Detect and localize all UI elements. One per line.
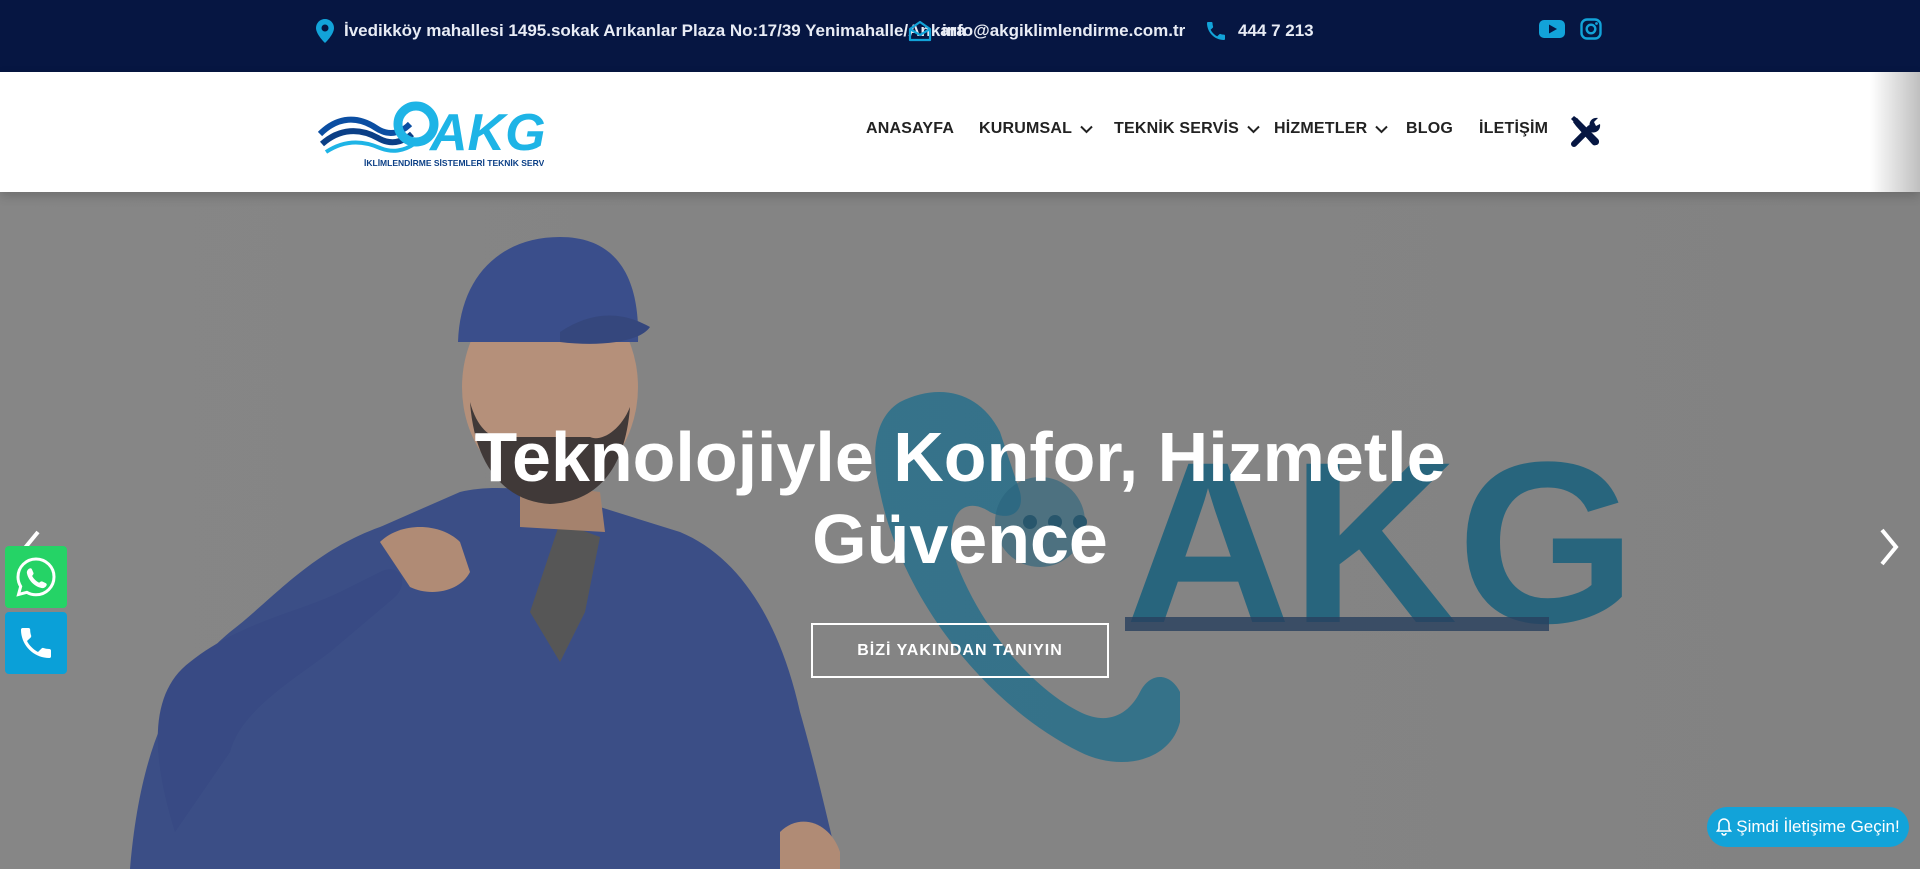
hero-title: Teknolojiyle Konfor, Hizmetle Güvence — [360, 416, 1560, 580]
call-button[interactable] — [5, 612, 67, 674]
envelope-icon — [908, 20, 932, 42]
whatsapp-button[interactable] — [5, 546, 67, 608]
tools-button[interactable] — [1568, 114, 1604, 150]
phone-icon — [21, 628, 51, 658]
hero-title-line1: Teknolojiyle Konfor, Hizmetle — [474, 418, 1446, 496]
contact-now-button[interactable]: Şimdi İletişime Geçin! — [1707, 807, 1909, 847]
youtube-link[interactable] — [1539, 16, 1565, 42]
youtube-icon — [1539, 20, 1565, 38]
hero-slider: AKG Teknolojiyle Konfor, Hizmetle Güvenc… — [0, 192, 1920, 869]
address-info: İvedikköy mahallesi 1495.sokak Arıkanlar… — [316, 0, 966, 62]
chevron-down-icon — [1375, 125, 1389, 133]
akg-logo[interactable]: AKG İKLİMLENDİRME SİSTEMLERİ TEKNİK SERV… — [317, 94, 555, 170]
contact-now-label: Şimdi İletişime Geçin! — [1736, 817, 1900, 836]
nav-iletisim[interactable]: İLETİŞİM — [1479, 120, 1548, 138]
nav-label: TEKNİK SERVİS — [1114, 120, 1239, 137]
instagram-link[interactable] — [1578, 16, 1604, 42]
nav-label: ANASAYFA — [866, 120, 955, 137]
nav-label: İLETİŞİM — [1479, 120, 1549, 137]
phone-icon — [1207, 22, 1225, 40]
main-header: AKG İKLİMLENDİRME SİSTEMLERİ TEKNİK SERV… — [0, 72, 1920, 192]
phone-link[interactable]: 444 7 213 — [1204, 0, 1314, 62]
tools-icon — [1571, 116, 1601, 147]
nav-teknik-servis[interactable]: TEKNİK SERVİS — [1114, 120, 1260, 138]
logo-text: AKG — [428, 104, 544, 162]
top-bar: İvedikköy mahallesi 1495.sokak Arıkanlar… — [0, 0, 1920, 72]
header-edge-shadow — [1870, 72, 1920, 192]
nav-label: BLOG — [1406, 120, 1454, 137]
address-text: İvedikköy mahallesi 1495.sokak Arıkanlar… — [344, 21, 966, 40]
slider-next-button[interactable] — [1872, 522, 1908, 572]
chevron-down-icon — [1247, 125, 1260, 133]
logo-tagline: İKLİMLENDİRME SİSTEMLERİ TEKNİK SERVİSİ — [364, 158, 544, 168]
map-pin-icon — [316, 19, 334, 43]
nav-anasayfa[interactable]: ANASAYFA — [866, 120, 954, 138]
nav-label: KURUMSAL — [979, 120, 1073, 137]
hero-title-line2: Güvence — [812, 500, 1108, 578]
instagram-icon — [1580, 18, 1602, 40]
nav-hizmetler[interactable]: HİZMETLER — [1274, 120, 1389, 138]
nav-label: HİZMETLER — [1274, 120, 1368, 137]
whatsapp-icon — [16, 557, 56, 597]
email-text[interactable]: info@akgiklimlendirme.com.tr — [942, 21, 1185, 41]
phone-text[interactable]: 444 7 213 — [1238, 21, 1314, 41]
hero-cta-button[interactable]: BİZİ YAKINDAN TANIYIN — [811, 623, 1109, 678]
chevron-down-icon — [1080, 125, 1093, 133]
nav-blog[interactable]: BLOG — [1406, 120, 1453, 138]
chevron-right-icon — [1880, 528, 1899, 566]
bell-icon — [1716, 818, 1733, 836]
nav-kurumsal[interactable]: KURUMSAL — [979, 120, 1093, 138]
email-link[interactable]: info@akgiklimlendirme.com.tr — [908, 0, 1185, 62]
